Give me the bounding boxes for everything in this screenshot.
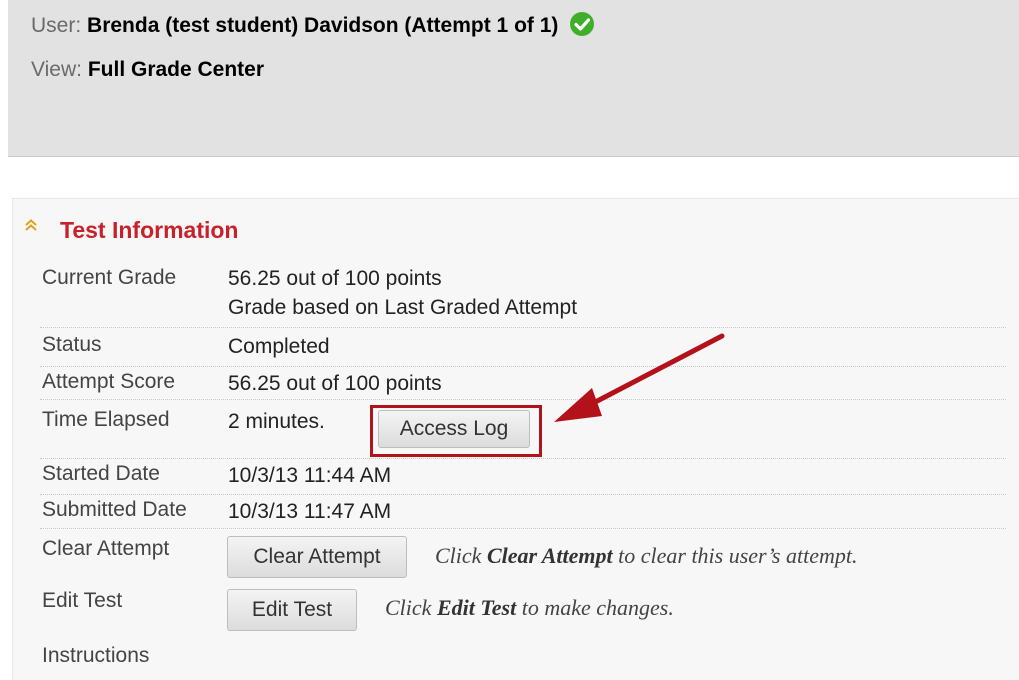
double-chevron-up-icon[interactable] (24, 218, 38, 232)
section-title: Test Information (60, 217, 239, 243)
user-name: Brenda (test student) Davidson (Attempt … (87, 14, 559, 37)
submitted-date-value: 10/3/13 11:47 AM (228, 500, 392, 523)
edit-test-button[interactable]: Edit Test (227, 589, 357, 631)
user-info-header: User: Brenda (test student) Davidson (At… (8, 0, 1019, 157)
status-row: Status Completed (40, 330, 1006, 367)
clear-attempt-label: Clear Attempt (42, 537, 170, 560)
submitted-date-label: Submitted Date (42, 498, 187, 521)
current-grade-value: 56.25 out of 100 points (228, 267, 442, 290)
started-date-row: Started Date 10/3/13 11:44 AM (40, 458, 1006, 495)
user-row: User: Brenda (test student) Davidson (At… (31, 12, 595, 38)
submitted-date-row: Submitted Date 10/3/13 11:47 AM (40, 496, 1006, 529)
started-date-label: Started Date (42, 462, 160, 485)
red-arrow-icon (554, 333, 725, 422)
edit-test-hint: Click Edit Test to make changes. (385, 595, 674, 620)
current-grade-label: Current Grade (42, 266, 177, 289)
current-grade-row: Current Grade 56.25 out of 100 points Gr… (40, 262, 1006, 328)
attempt-score-row: Attempt Score 56.25 out of 100 points (40, 369, 1006, 400)
status-label: Status (42, 333, 102, 356)
edit-test-label: Edit Test (42, 589, 123, 612)
instructions-label: Instructions (42, 644, 150, 667)
attempt-score-value: 56.25 out of 100 points (228, 372, 442, 395)
user-label: User: (31, 14, 82, 37)
attempt-score-label: Attempt Score (42, 370, 176, 393)
access-log-button[interactable]: Access Log (378, 410, 530, 448)
view-value: Full Grade Center (87, 58, 265, 81)
instructions-row: Instructions (40, 640, 1006, 676)
view-label: View: (31, 58, 82, 81)
check-circle-icon (570, 12, 595, 36)
clear-attempt-hint: Click Clear Attempt to clear this user’s… (435, 543, 858, 568)
started-date-value: 10/3/13 11:44 AM (228, 464, 392, 487)
time-elapsed-value: 2 minutes. (228, 410, 325, 433)
time-elapsed-label: Time Elapsed (42, 408, 170, 431)
current-grade-note: Grade based on Last Graded Attempt (228, 296, 578, 319)
status-value: Completed (228, 335, 330, 358)
clear-attempt-button[interactable]: Clear Attempt (227, 536, 407, 578)
view-row: View: Full Grade Center (31, 58, 264, 82)
